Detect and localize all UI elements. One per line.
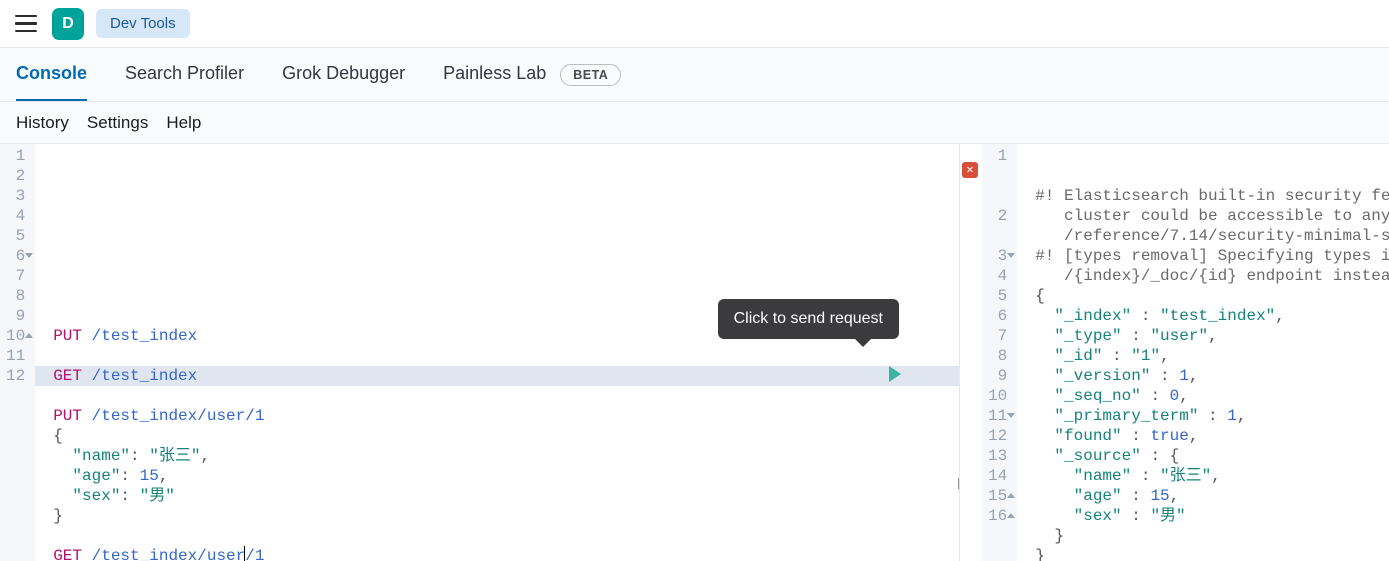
tab-grok-debugger[interactable]: Grok Debugger [282, 48, 405, 101]
response-error-margin: ✕ [960, 144, 982, 561]
wrench-icon[interactable] [911, 366, 929, 384]
request-pane: 1 2 3 4 5 6 7 8 9101112 Click to send re… [0, 144, 960, 561]
error-icon[interactable]: ✕ [962, 162, 978, 178]
app-logo[interactable]: D [52, 8, 84, 40]
tab-painless-lab[interactable]: Painless Lab [443, 48, 546, 101]
settings-link[interactable]: Settings [87, 113, 148, 133]
send-request-tooltip: Click to send request [718, 299, 899, 339]
response-gutter: 1 2 3 4 5 6 7 8 910111213141516 [982, 144, 1017, 561]
hamburger-icon[interactable] [12, 10, 40, 38]
response-pane: ✕ 1 2 3 4 5 6 7 8 910111213141516 #! Ela… [960, 144, 1389, 561]
play-icon[interactable] [887, 366, 903, 382]
request-editor[interactable]: Click to send request PUT /test_index GE… [35, 144, 959, 561]
tab-search-profiler[interactable]: Search Profiler [125, 48, 244, 101]
request-line-actions [887, 366, 929, 384]
console-toolbar: History Settings Help [0, 102, 1389, 144]
editor-panes: 1 2 3 4 5 6 7 8 9101112 Click to send re… [0, 144, 1389, 561]
top-header: D Dev Tools [0, 0, 1389, 48]
response-editor[interactable]: #! Elasticsearch built-in security fe cl… [1017, 144, 1389, 561]
breadcrumb-devtools[interactable]: Dev Tools [96, 9, 190, 38]
beta-badge: BETA [560, 64, 621, 86]
help-link[interactable]: Help [166, 113, 201, 133]
request-gutter: 1 2 3 4 5 6 7 8 9101112 [0, 144, 35, 561]
tab-console[interactable]: Console [16, 48, 87, 101]
history-link[interactable]: History [16, 113, 69, 133]
tab-strip: Console Search Profiler Grok Debugger Pa… [0, 48, 1389, 102]
